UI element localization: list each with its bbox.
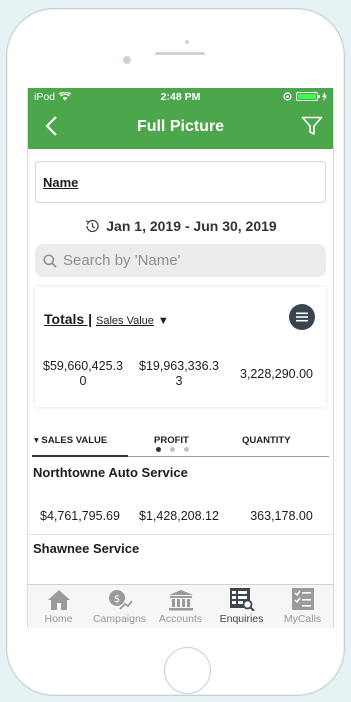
carrier-label: iPod — [34, 90, 56, 103]
tab-mycalls[interactable]: MyCalls — [272, 585, 333, 628]
search-input[interactable] — [63, 252, 303, 269]
bottom-tab-bar: Home $ Campaigns Accounts Enquiries MyCa… — [28, 584, 333, 628]
page-indicator — [156, 447, 189, 452]
app-screen: iPod 2:48 PM Full Picture Name Jan 1, 20… — [27, 88, 334, 628]
list-item-name: Northtowne Auto Service — [33, 465, 188, 480]
totals-header[interactable]: Totals | Sales Value ▼ — [44, 311, 169, 327]
list-item-profit: $1,428,208.12 — [139, 509, 219, 523]
wifi-icon — [59, 92, 72, 101]
accounts-icon — [168, 590, 193, 611]
tab-mycalls-label: MyCalls — [283, 613, 322, 625]
back-chevron-icon — [45, 116, 57, 136]
svg-text:$: $ — [113, 594, 119, 605]
tab-accounts[interactable]: Accounts — [150, 585, 211, 628]
tab-quantity[interactable]: QUANTITY — [242, 435, 291, 446]
list-item[interactable]: Northtowne Auto Service $4,761,795.69 $1… — [28, 459, 333, 535]
speaker-grille — [155, 52, 205, 55]
list-item-values: $4,761,795.69 $1,428,208.12 363,178.00 — [28, 509, 333, 523]
name-selector[interactable]: Name — [35, 161, 326, 203]
totals-profit-value: $19,963,336.3 3 — [131, 359, 227, 389]
tab-sales-value[interactable]: ▾ SALES VALUE — [34, 435, 107, 446]
active-tab-indicator — [32, 455, 128, 457]
tab-campaigns-label: Campaigns — [92, 613, 147, 625]
page-title: Full Picture — [136, 118, 225, 135]
tab-home-label: Home — [44, 613, 73, 625]
nav-bar: Full Picture — [28, 105, 333, 149]
tab-accounts-label: Accounts — [158, 613, 203, 625]
totals-profit-line2: 3 — [175, 374, 183, 388]
totals-metric-label: Sales Value — [96, 315, 154, 327]
tab-home[interactable]: Home — [28, 585, 89, 628]
totals-sales-line2: 0 — [79, 374, 87, 388]
back-button[interactable] — [36, 111, 66, 141]
dropdown-arrow-icon: ▼ — [157, 315, 169, 327]
campaigns-icon: $ — [108, 590, 133, 610]
tab-enquiries[interactable]: Enquiries — [211, 585, 272, 628]
totals-sales-value: $59,660,425.3 0 — [35, 359, 131, 389]
orientation-lock-icon — [283, 92, 292, 101]
status-right — [283, 92, 327, 101]
totals-menu-button[interactable] — [289, 304, 315, 330]
sensor-dot — [185, 40, 189, 44]
metric-tabs: ▾ SALES VALUE PROFIT QUANTITY — [28, 427, 333, 459]
totals-quantity-value: 3,228,290.00 — [240, 366, 313, 381]
totals-profit-line1: $19,963,336.3 — [139, 359, 219, 373]
filter-button[interactable] — [297, 111, 327, 141]
date-range-text: Jan 1, 2019 - Jun 30, 2019 — [106, 218, 277, 234]
totals-card: Totals | Sales Value ▼ $59,660,425.3 0 $1… — [35, 287, 326, 407]
mycalls-icon — [291, 588, 314, 610]
enquiries-icon — [229, 588, 255, 611]
tab-campaigns[interactable]: $ Campaigns — [89, 585, 150, 628]
name-selector-label: Name — [43, 174, 79, 190]
status-bar: iPod 2:48 PM — [28, 88, 333, 105]
tab-enquiries-label: Enquiries — [219, 613, 264, 625]
date-range-selector[interactable]: Jan 1, 2019 - Jun 30, 2019 — [28, 218, 333, 234]
front-camera — [123, 56, 131, 64]
list-item-name: Shawnee Service — [33, 541, 140, 556]
tab-profit[interactable]: PROFIT — [154, 435, 189, 446]
menu-lines-icon — [296, 312, 308, 322]
status-left: iPod — [34, 90, 72, 103]
battery-icon — [296, 92, 320, 101]
list-item-quantity: 363,178.00 — [250, 509, 313, 523]
search-bar — [35, 244, 326, 277]
totals-title: Totals | — [44, 311, 92, 327]
search-icon — [43, 253, 57, 268]
filter-icon — [301, 116, 323, 135]
totals-values: $59,660,425.3 0 $19,963,336.3 3 3,228,290.… — [35, 359, 326, 389]
home-icon — [47, 590, 70, 610]
totals-sales-line1: $59,660,425.3 — [43, 359, 123, 373]
list-item-sales: $4,761,795.69 — [40, 509, 120, 523]
history-clock-icon — [86, 219, 99, 233]
home-button[interactable] — [164, 647, 211, 694]
charging-icon — [322, 92, 327, 101]
